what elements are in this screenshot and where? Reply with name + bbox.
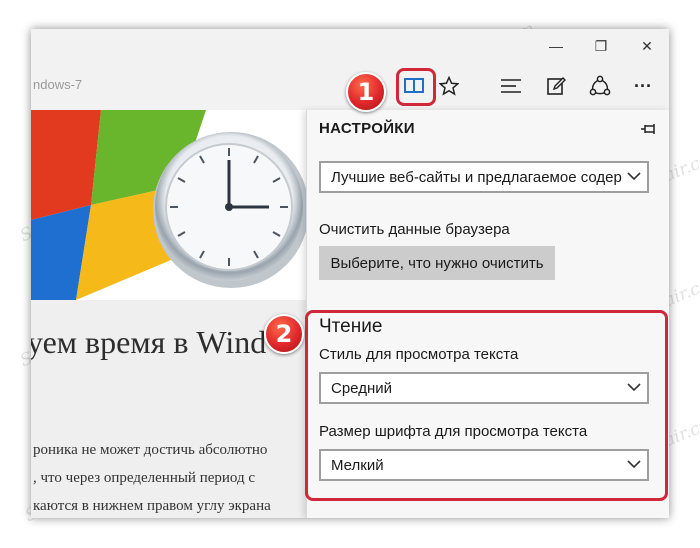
share-button[interactable] [586, 72, 614, 100]
settings-title: НАСТРОЙКИ [319, 120, 415, 137]
article-title: уем время в Wind [31, 324, 267, 360]
address-bar-text[interactable]: ndows-7 [33, 77, 82, 92]
step-1-badge: 1 [346, 72, 386, 112]
favorites-button[interactable] [435, 72, 463, 100]
web-note-icon [547, 77, 566, 95]
web-note-button[interactable] [542, 72, 570, 100]
choose-what-to-clear-button[interactable]: Выберите, что нужно очистить [319, 246, 555, 280]
favorite-star-icon [439, 76, 459, 96]
minimize-button[interactable]: — [544, 35, 568, 57]
windows-clock-illustration [31, 110, 306, 300]
pin-icon[interactable] [640, 120, 658, 138]
web-page-content: уем время в Wind роника не может достичь… [31, 110, 306, 518]
reading-view-highlight [396, 68, 436, 106]
maximize-button[interactable]: ❐ [589, 35, 613, 57]
more-button[interactable]: ··· [629, 72, 657, 100]
article-image [31, 110, 306, 300]
open-with-dropdown[interactable]: Лучшие веб-сайты и предлагаемое содер [319, 161, 649, 193]
article-text-line: , что через определенный период с [33, 470, 256, 486]
article-text-line: каются в нижнем правом углу экрана [33, 498, 271, 514]
hub-icon [501, 79, 521, 93]
chevron-down-icon [627, 172, 641, 181]
title-bar: — ❐ ✕ [31, 29, 669, 63]
close-button[interactable]: ✕ [635, 35, 659, 57]
share-icon [589, 75, 611, 96]
step-2-badge: 2 [264, 314, 304, 354]
reading-section-highlight [305, 310, 668, 501]
open-with-value: Лучшие веб-сайты и предлагаемое содер [331, 168, 622, 186]
hub-button[interactable] [497, 72, 525, 100]
article-text-line: роника не может достичь абсолютно [33, 442, 268, 458]
clear-data-label: Очистить данные браузера [319, 221, 510, 238]
